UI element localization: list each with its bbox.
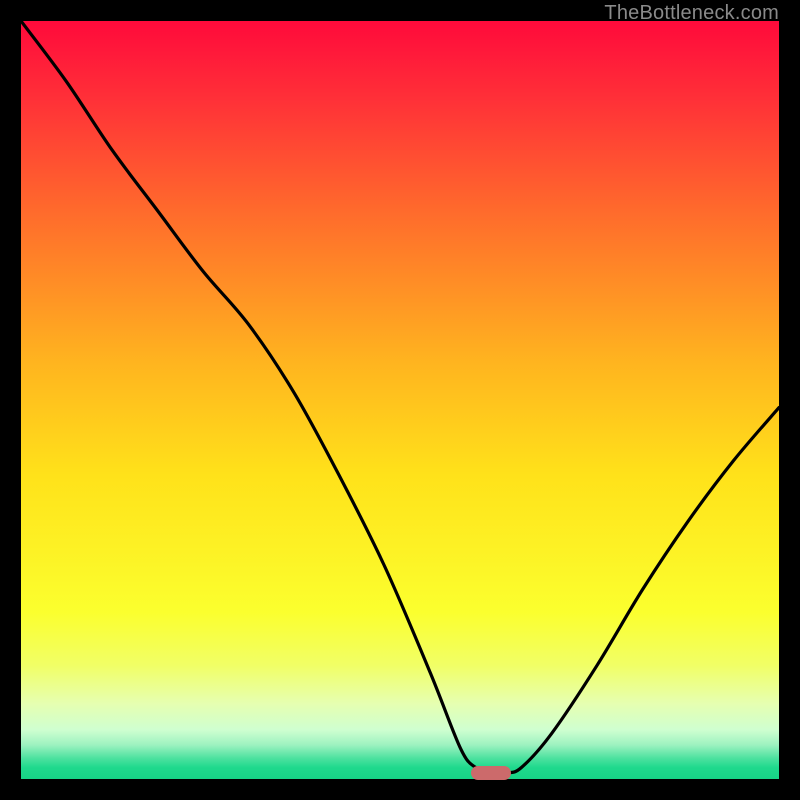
optimal-marker xyxy=(471,766,511,780)
chart-frame: TheBottleneck.com xyxy=(0,0,800,800)
chart-svg xyxy=(21,21,779,779)
plot-area xyxy=(21,21,779,779)
gradient-background xyxy=(21,21,779,779)
